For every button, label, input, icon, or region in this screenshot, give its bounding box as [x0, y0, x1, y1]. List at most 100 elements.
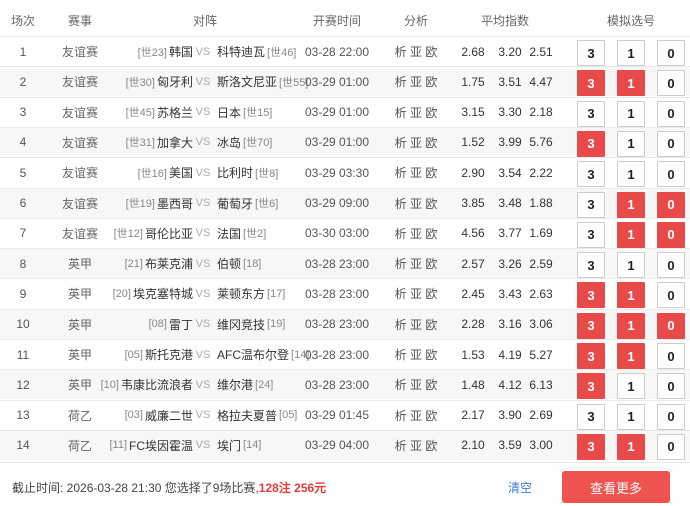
- clear-button[interactable]: 清空: [508, 479, 532, 496]
- league-link[interactable]: 友谊赛: [46, 37, 114, 66]
- analysis-link-ya[interactable]: 亚: [410, 134, 422, 151]
- pick-0-button[interactable]: 0: [657, 403, 685, 430]
- pick-3-button[interactable]: 3: [577, 312, 605, 339]
- pick-3-button[interactable]: 3: [577, 343, 605, 369]
- analysis-link-ou[interactable]: 欧: [425, 407, 437, 424]
- league-link[interactable]: 友谊赛: [46, 158, 114, 187]
- home-team[interactable]: [世16] 美国: [138, 158, 193, 187]
- league-link[interactable]: 友谊赛: [46, 128, 114, 157]
- home-team[interactable]: [世31] 加拿大: [126, 128, 193, 157]
- analysis-link-ou[interactable]: 欧: [425, 437, 437, 454]
- pick-3-button[interactable]: 3: [577, 252, 605, 279]
- pick-1-button[interactable]: 1: [617, 161, 645, 188]
- pick-0-button[interactable]: 0: [657, 343, 685, 369]
- analysis-link-ya[interactable]: 亚: [410, 376, 422, 393]
- analysis-link-ya[interactable]: 亚: [410, 437, 422, 454]
- analysis-link-ya[interactable]: 亚: [410, 225, 422, 242]
- analysis-link-ya[interactable]: 亚: [410, 43, 422, 60]
- pick-0-button[interactable]: 0: [657, 252, 685, 279]
- pick-1-button[interactable]: 1: [617, 373, 645, 400]
- home-team[interactable]: [世23] 韩国: [138, 37, 193, 66]
- pick-1-button[interactable]: 1: [617, 343, 645, 369]
- home-team[interactable]: [08] 雷丁: [149, 310, 193, 339]
- away-team[interactable]: 维尔港 [24]: [217, 370, 273, 399]
- away-team[interactable]: 莱顿东方 [17]: [217, 279, 285, 308]
- pick-3-button[interactable]: 3: [577, 433, 605, 460]
- analysis-link-ya[interactable]: 亚: [410, 407, 422, 424]
- away-team[interactable]: 维冈竞技 [19]: [217, 310, 285, 339]
- pick-3-button[interactable]: 3: [577, 403, 605, 430]
- analysis-link-ya[interactable]: 亚: [410, 164, 422, 181]
- home-team[interactable]: [10] 韦康比流浪者: [101, 370, 193, 399]
- analysis-link-ya[interactable]: 亚: [410, 285, 422, 302]
- pick-3-button[interactable]: 3: [577, 221, 605, 248]
- analysis-link-ya[interactable]: 亚: [410, 255, 422, 272]
- away-team[interactable]: 埃门 [14]: [217, 431, 261, 460]
- analysis-link-ya[interactable]: 亚: [410, 195, 422, 212]
- analysis-link-ou[interactable]: 欧: [425, 164, 437, 181]
- home-team[interactable]: [世45] 苏格兰: [126, 98, 193, 127]
- pick-0-button[interactable]: 0: [657, 130, 685, 157]
- analysis-link-xi[interactable]: 析: [395, 255, 407, 272]
- away-team[interactable]: 科特迪瓦 [世46]: [217, 37, 296, 66]
- pick-3-button[interactable]: 3: [577, 40, 605, 66]
- pick-3-button[interactable]: 3: [577, 282, 605, 309]
- analysis-link-xi[interactable]: 析: [395, 134, 407, 151]
- away-team[interactable]: 冰岛 [世70]: [217, 128, 272, 157]
- home-team[interactable]: [21] 布莱克浦: [125, 249, 193, 278]
- view-more-button[interactable]: 查看更多: [562, 471, 670, 503]
- home-team[interactable]: [世19] 墨西哥: [126, 189, 193, 218]
- home-team[interactable]: [11] FC埃因霍温: [109, 431, 193, 460]
- pick-1-button[interactable]: 1: [617, 403, 645, 430]
- league-link[interactable]: 荷乙: [46, 431, 114, 460]
- analysis-link-ya[interactable]: 亚: [410, 73, 422, 90]
- away-team[interactable]: 格拉夫夏普 [05]: [217, 401, 297, 430]
- home-team[interactable]: [20] 埃克塞特城: [113, 279, 193, 308]
- league-link[interactable]: 英甲: [46, 340, 114, 369]
- league-link[interactable]: 友谊赛: [46, 98, 114, 127]
- away-team[interactable]: 伯顿 [18]: [217, 249, 261, 278]
- analysis-link-ou[interactable]: 欧: [425, 225, 437, 242]
- pick-3-button[interactable]: 3: [577, 191, 605, 218]
- league-link[interactable]: 英甲: [46, 249, 114, 278]
- pick-1-button[interactable]: 1: [617, 100, 645, 127]
- league-link[interactable]: 友谊赛: [46, 219, 114, 248]
- analysis-link-ya[interactable]: 亚: [410, 104, 422, 121]
- analysis-link-ou[interactable]: 欧: [425, 43, 437, 60]
- away-team[interactable]: AFC温布尔登 [14]: [217, 340, 309, 369]
- league-link[interactable]: 英甲: [46, 310, 114, 339]
- home-team[interactable]: [05] 斯托克港: [125, 340, 193, 369]
- league-link[interactable]: 友谊赛: [46, 67, 114, 96]
- analysis-link-ou[interactable]: 欧: [425, 316, 437, 333]
- analysis-link-ou[interactable]: 欧: [425, 376, 437, 393]
- pick-0-button[interactable]: 0: [657, 312, 685, 339]
- league-link[interactable]: 英甲: [46, 279, 114, 308]
- pick-3-button[interactable]: 3: [577, 100, 605, 127]
- analysis-link-xi[interactable]: 析: [395, 316, 407, 333]
- pick-0-button[interactable]: 0: [657, 221, 685, 248]
- analysis-link-xi[interactable]: 析: [395, 104, 407, 121]
- analysis-link-xi[interactable]: 析: [395, 73, 407, 90]
- pick-1-button[interactable]: 1: [617, 312, 645, 339]
- pick-3-button[interactable]: 3: [577, 161, 605, 188]
- analysis-link-xi[interactable]: 析: [395, 376, 407, 393]
- analysis-link-ya[interactable]: 亚: [410, 316, 422, 333]
- analysis-link-ou[interactable]: 欧: [425, 255, 437, 272]
- analysis-link-xi[interactable]: 析: [395, 407, 407, 424]
- analysis-link-ou[interactable]: 欧: [425, 104, 437, 121]
- analysis-link-xi[interactable]: 析: [395, 225, 407, 242]
- pick-1-button[interactable]: 1: [617, 130, 645, 157]
- analysis-link-xi[interactable]: 析: [395, 437, 407, 454]
- pick-3-button[interactable]: 3: [577, 130, 605, 157]
- pick-1-button[interactable]: 1: [617, 221, 645, 248]
- away-team[interactable]: 法国 [世2]: [217, 219, 266, 248]
- pick-1-button[interactable]: 1: [617, 252, 645, 279]
- league-link[interactable]: 友谊赛: [46, 189, 114, 218]
- pick-1-button[interactable]: 1: [617, 191, 645, 218]
- analysis-link-ou[interactable]: 欧: [425, 346, 437, 363]
- analysis-link-ou[interactable]: 欧: [425, 134, 437, 151]
- pick-0-button[interactable]: 0: [657, 373, 685, 400]
- analysis-link-ou[interactable]: 欧: [425, 73, 437, 90]
- analysis-link-xi[interactable]: 析: [395, 164, 407, 181]
- league-link[interactable]: 荷乙: [46, 401, 114, 430]
